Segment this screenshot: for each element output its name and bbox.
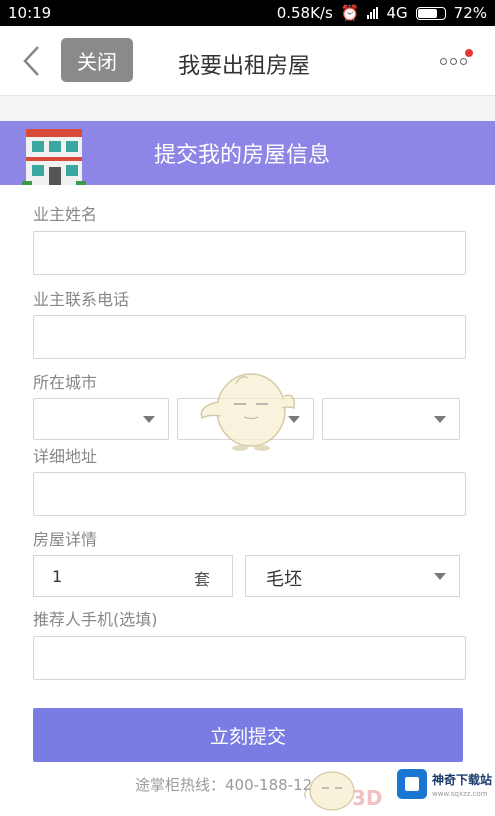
owner-name-input[interactable]: [33, 231, 466, 275]
chevron-down-icon: [434, 573, 446, 580]
district-select[interactable]: [322, 398, 460, 440]
address-input[interactable]: [33, 472, 466, 516]
address-label: 详细地址: [33, 447, 98, 466]
watermark-3d: 3D: [352, 786, 383, 810]
watermark-url: www.sqxzz.com: [432, 790, 488, 798]
banner-title: 提交我的房屋信息: [154, 143, 331, 168]
battery-level: 72%: [453, 4, 487, 22]
close-button[interactable]: 关闭: [61, 38, 133, 82]
status-bar: 10:19 0.58K/s ⏰ 4G 72%: [0, 0, 495, 26]
more-icon[interactable]: [438, 48, 474, 72]
watermark-logo: 神奇下载站 www.sqxzz.com: [397, 766, 493, 808]
referrer-phone-input[interactable]: [33, 636, 466, 680]
hotline-text: 途掌柜热线：400-188-12: [135, 776, 313, 794]
quantity-input[interactable]: 1 套: [33, 555, 233, 597]
watermark-name: 神奇下载站: [432, 773, 493, 787]
status-time: 10:19: [8, 4, 52, 22]
download-site-icon: [397, 769, 427, 799]
city-label: 所在城市: [33, 373, 98, 392]
owner-phone-label: 业主联系电话: [33, 290, 130, 309]
quantity-value: 1: [52, 567, 63, 586]
province-select[interactable]: [33, 398, 169, 440]
mascot-overlay-image: [196, 362, 301, 454]
back-icon[interactable]: [18, 44, 48, 78]
quantity-unit: 套: [193, 570, 210, 589]
notification-dot: [465, 49, 473, 57]
battery-icon: [415, 6, 446, 20]
owner-phone-input[interactable]: [33, 315, 466, 359]
app-header: 关闭 我要出租房屋: [0, 26, 495, 96]
section-divider: [0, 96, 495, 121]
house-icon: [22, 125, 86, 185]
network-type: 4G: [386, 4, 408, 22]
chevron-down-icon: [143, 416, 155, 423]
page-title: 我要出租房屋: [178, 54, 311, 79]
submit-button[interactable]: 立刻提交: [33, 708, 463, 762]
net-speed: 0.58K/s: [276, 4, 333, 22]
owner-name-label: 业主姓名: [33, 205, 98, 224]
details-label: 房屋详情: [33, 530, 98, 549]
signal-icon: [367, 7, 379, 19]
condition-select[interactable]: 毛坯: [245, 555, 460, 597]
referrer-label: 推荐人手机(选填): [33, 610, 158, 629]
chevron-down-icon: [434, 416, 446, 423]
condition-value: 毛坯: [266, 569, 302, 590]
alarm-icon: ⏰: [340, 4, 360, 22]
form-banner: 提交我的房屋信息: [0, 121, 495, 185]
